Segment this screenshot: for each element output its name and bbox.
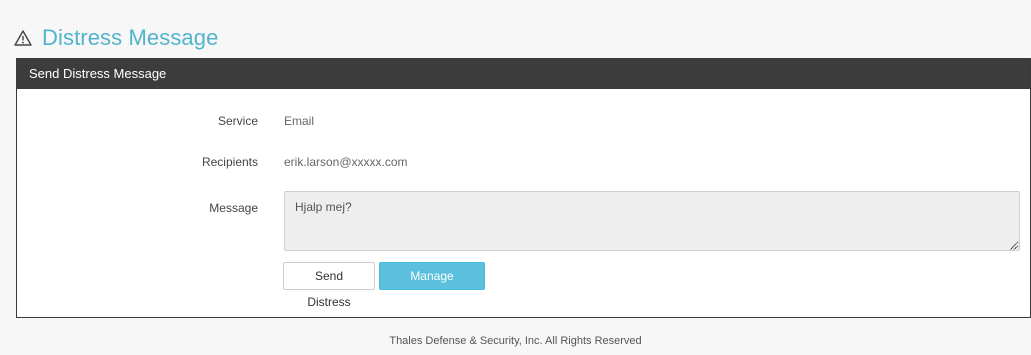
message-label: Message: [209, 201, 258, 215]
distress-panel: Send Distress Message Service Email Reci…: [16, 58, 1031, 318]
send-distress-button[interactable]: Send Distress: [283, 262, 375, 309]
warning-icon: [14, 29, 32, 47]
recipients-label: Recipients: [201, 155, 258, 169]
service-value: Email: [284, 114, 315, 128]
page: Distress Message Send Distress Message S…: [0, 0, 1031, 355]
resize-grip-icon[interactable]: [1009, 240, 1017, 250]
recipients-value: erik.larson@xxxxx.com: [284, 155, 408, 169]
page-header: Distress Message: [14, 24, 218, 52]
manage-distress-button[interactable]: Manage Distress: [379, 262, 485, 309]
service-label: Service: [217, 114, 258, 128]
message-text: Hjalp mej?: [295, 200, 352, 214]
message-textarea[interactable]: Hjalp mej?: [284, 191, 1020, 251]
footer-copyright: Thales Defense & Security, Inc. All Righ…: [389, 335, 642, 347]
panel-heading: Send Distress Message: [17, 59, 1030, 89]
page-title: Distress Message: [42, 25, 219, 50]
